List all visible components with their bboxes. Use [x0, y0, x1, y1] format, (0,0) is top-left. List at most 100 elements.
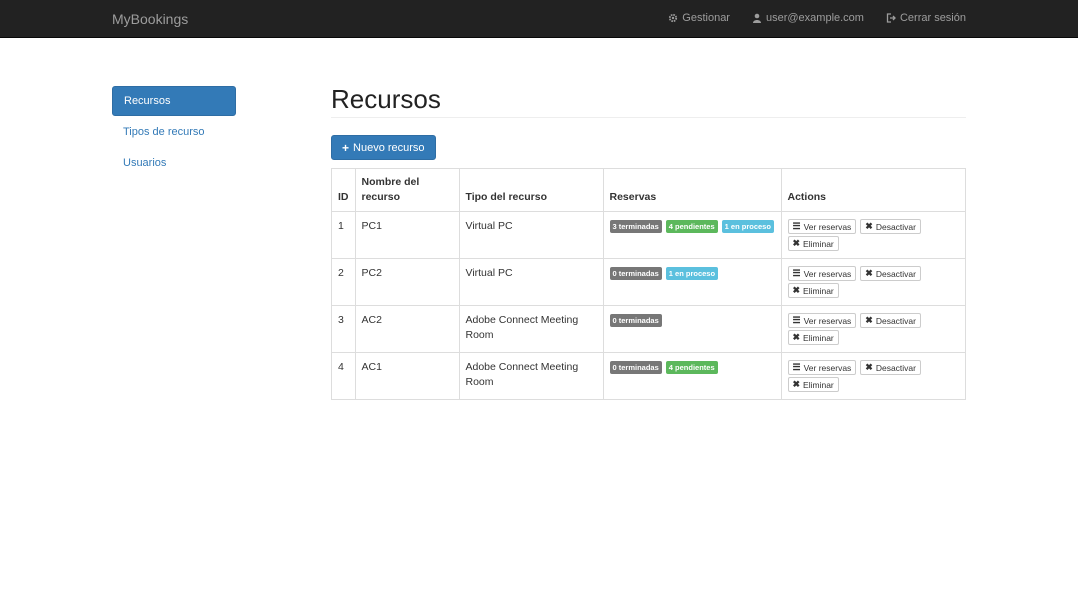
table-row: 2 PC2 Virtual PC 0 terminadas 1 en proceso ☰ V…	[331, 258, 966, 306]
delete-button[interactable]: ✖ Eliminar	[787, 377, 839, 392]
bookings-badges: 0 terminadas 1 en proceso	[609, 266, 775, 280]
header-type[interactable]: Tipo del recurso	[458, 168, 604, 212]
bookings-badges: 0 terminadas 4 pendientes	[609, 360, 775, 374]
row-actions: ☰ Ver reservas ✖ Desactivar ✖ Eliminar	[787, 266, 948, 298]
times-icon: ✖	[865, 268, 873, 278]
status-badge-done: 0 terminadas	[609, 361, 662, 374]
status-badge-done: 3 terminadas	[609, 220, 662, 233]
cell-actions: ☰ Ver reservas ✖ Desactivar ✖ Eliminar	[780, 258, 966, 306]
deactivate-button[interactable]: ✖ Desactivar	[860, 266, 921, 281]
deactivate-label: Desactivar	[875, 315, 916, 326]
user-menu-label: user@example.com	[765, 12, 864, 24]
times-icon: ✖	[865, 315, 873, 325]
list-icon: ☰	[792, 268, 801, 278]
delete-label: Eliminar	[803, 332, 834, 343]
main-content: Recursos + Nuevo recurso ID Nombre del r…	[331, 80, 966, 400]
cell-bookings: 0 terminadas 4 pendientes	[602, 352, 782, 400]
delete-button[interactable]: ✖ Eliminar	[787, 236, 839, 251]
deactivate-button[interactable]: ✖ Desactivar	[860, 313, 921, 328]
delete-label: Eliminar	[803, 379, 834, 390]
status-badge-done: 0 terminadas	[609, 314, 662, 327]
cell-type: Adobe Connect Meeting Room	[458, 305, 604, 353]
list-icon: ☰	[792, 221, 801, 231]
page-title: Recursos	[331, 80, 966, 118]
delete-label: Eliminar	[803, 285, 834, 296]
view-bookings-button[interactable]: ☰ Ver reservas	[787, 266, 857, 281]
status-badge-pending: 4 pendientes	[665, 361, 718, 374]
times-icon: ✖	[865, 362, 873, 372]
bookings-badges: 3 terminadas 4 pendientes 1 en proceso	[609, 219, 775, 233]
sidebar-item-tipos-de-recurso[interactable]: Tipos de recurso	[112, 117, 236, 147]
view-bookings-label: Ver reservas	[803, 268, 852, 279]
cell-id: 2	[331, 258, 356, 306]
deactivate-label: Desactivar	[875, 221, 916, 232]
table-header-row: ID Nombre del recurso Tipo del recurso R…	[331, 168, 966, 212]
cell-bookings: 0 terminadas	[602, 305, 782, 353]
times-icon: ✖	[792, 238, 801, 248]
deactivate-button[interactable]: ✖ Desactivar	[860, 360, 921, 375]
cell-bookings: 3 terminadas 4 pendientes 1 en proceso	[602, 211, 782, 259]
cell-actions: ☰ Ver reservas ✖ Desactivar ✖ Eliminar	[780, 352, 966, 400]
view-bookings-label: Ver reservas	[803, 221, 852, 232]
cell-id: 3	[331, 305, 356, 353]
sidebar-item-usuarios[interactable]: Usuarios	[112, 148, 236, 178]
cell-type: Virtual PC	[458, 258, 604, 306]
view-bookings-label: Ver reservas	[803, 362, 852, 373]
delete-button[interactable]: ✖ Eliminar	[787, 283, 839, 298]
cell-id: 4	[331, 352, 356, 400]
status-badge-pending: 4 pendientes	[665, 220, 718, 233]
manage-link-label: Gestionar	[682, 12, 730, 24]
status-badge-done: 0 terminadas	[609, 267, 662, 280]
status-badge-process: 1 en proceso	[665, 267, 719, 280]
delete-label: Eliminar	[803, 238, 834, 249]
times-icon: ✖	[865, 221, 873, 231]
cell-name: PC1	[354, 211, 460, 259]
table-row: 3 AC2 Adobe Connect Meeting Room 0 terminad…	[331, 305, 966, 353]
view-bookings-button[interactable]: ☰ Ver reservas	[787, 219, 857, 234]
logout-label: Cerrar sesión	[899, 12, 966, 24]
row-actions: ☰ Ver reservas ✖ Desactivar ✖ Eliminar	[787, 360, 948, 392]
status-badge-process: 1 en proceso	[721, 220, 774, 233]
logout-icon	[886, 13, 896, 23]
cell-id: 1	[331, 211, 356, 259]
bookings-badges: 0 terminadas	[609, 313, 775, 327]
view-bookings-button[interactable]: ☰ Ver reservas	[787, 360, 857, 375]
deactivate-label: Desactivar	[875, 268, 916, 279]
header-name[interactable]: Nombre del recurso	[354, 168, 460, 212]
sidebar-nav: Recursos Tipos de recurso Usuarios	[112, 86, 236, 179]
table-row: 4 AC1 Adobe Connect Meeting Room 0 terminad…	[331, 352, 966, 400]
times-icon: ✖	[792, 379, 801, 389]
user-icon	[752, 13, 762, 23]
row-actions: ☰ Ver reservas ✖ Desactivar ✖ Eliminar	[787, 313, 948, 345]
resources-table: ID Nombre del recurso Tipo del recurso R…	[331, 168, 966, 400]
cell-name: PC2	[354, 258, 460, 306]
deactivate-label: Desactivar	[875, 362, 916, 373]
header-id[interactable]: ID	[331, 168, 356, 212]
cell-name: AC2	[354, 305, 460, 353]
cell-bookings: 0 terminadas 1 en proceso	[602, 258, 782, 306]
delete-button[interactable]: ✖ Eliminar	[787, 330, 839, 345]
cell-actions: ☰ Ver reservas ✖ Desactivar ✖ Eliminar	[780, 305, 966, 353]
logout-link[interactable]: Cerrar sesión	[886, 12, 966, 24]
user-menu-link[interactable]: user@example.com	[752, 12, 864, 24]
cell-name: AC1	[354, 352, 460, 400]
times-icon: ✖	[792, 285, 801, 295]
gear-icon	[668, 13, 678, 23]
cell-type: Virtual PC	[458, 211, 604, 259]
top-navbar: MyBookings Gestionar user@example.com Ce…	[0, 0, 1078, 38]
cell-actions: ☰ Ver reservas ✖ Desactivar ✖ Eliminar	[780, 211, 966, 259]
times-icon: ✖	[792, 332, 801, 342]
new-resource-button[interactable]: + Nuevo recurso	[331, 135, 436, 160]
list-icon: ☰	[792, 315, 801, 325]
view-bookings-label: Ver reservas	[803, 315, 852, 326]
row-actions: ☰ Ver reservas ✖ Desactivar ✖ Eliminar	[787, 219, 948, 251]
view-bookings-button[interactable]: ☰ Ver reservas	[787, 313, 857, 328]
deactivate-button[interactable]: ✖ Desactivar	[860, 219, 921, 234]
brand-link[interactable]: MyBookings	[112, 11, 188, 27]
header-bookings[interactable]: Reservas	[602, 168, 782, 212]
table-body: 1 PC1 Virtual PC 3 terminadas 4 pendientes 1 …	[331, 211, 966, 400]
cell-type: Adobe Connect Meeting Room	[458, 352, 604, 400]
manage-link[interactable]: Gestionar	[668, 12, 730, 24]
list-icon: ☰	[792, 362, 801, 372]
sidebar-item-recursos[interactable]: Recursos	[112, 86, 236, 116]
